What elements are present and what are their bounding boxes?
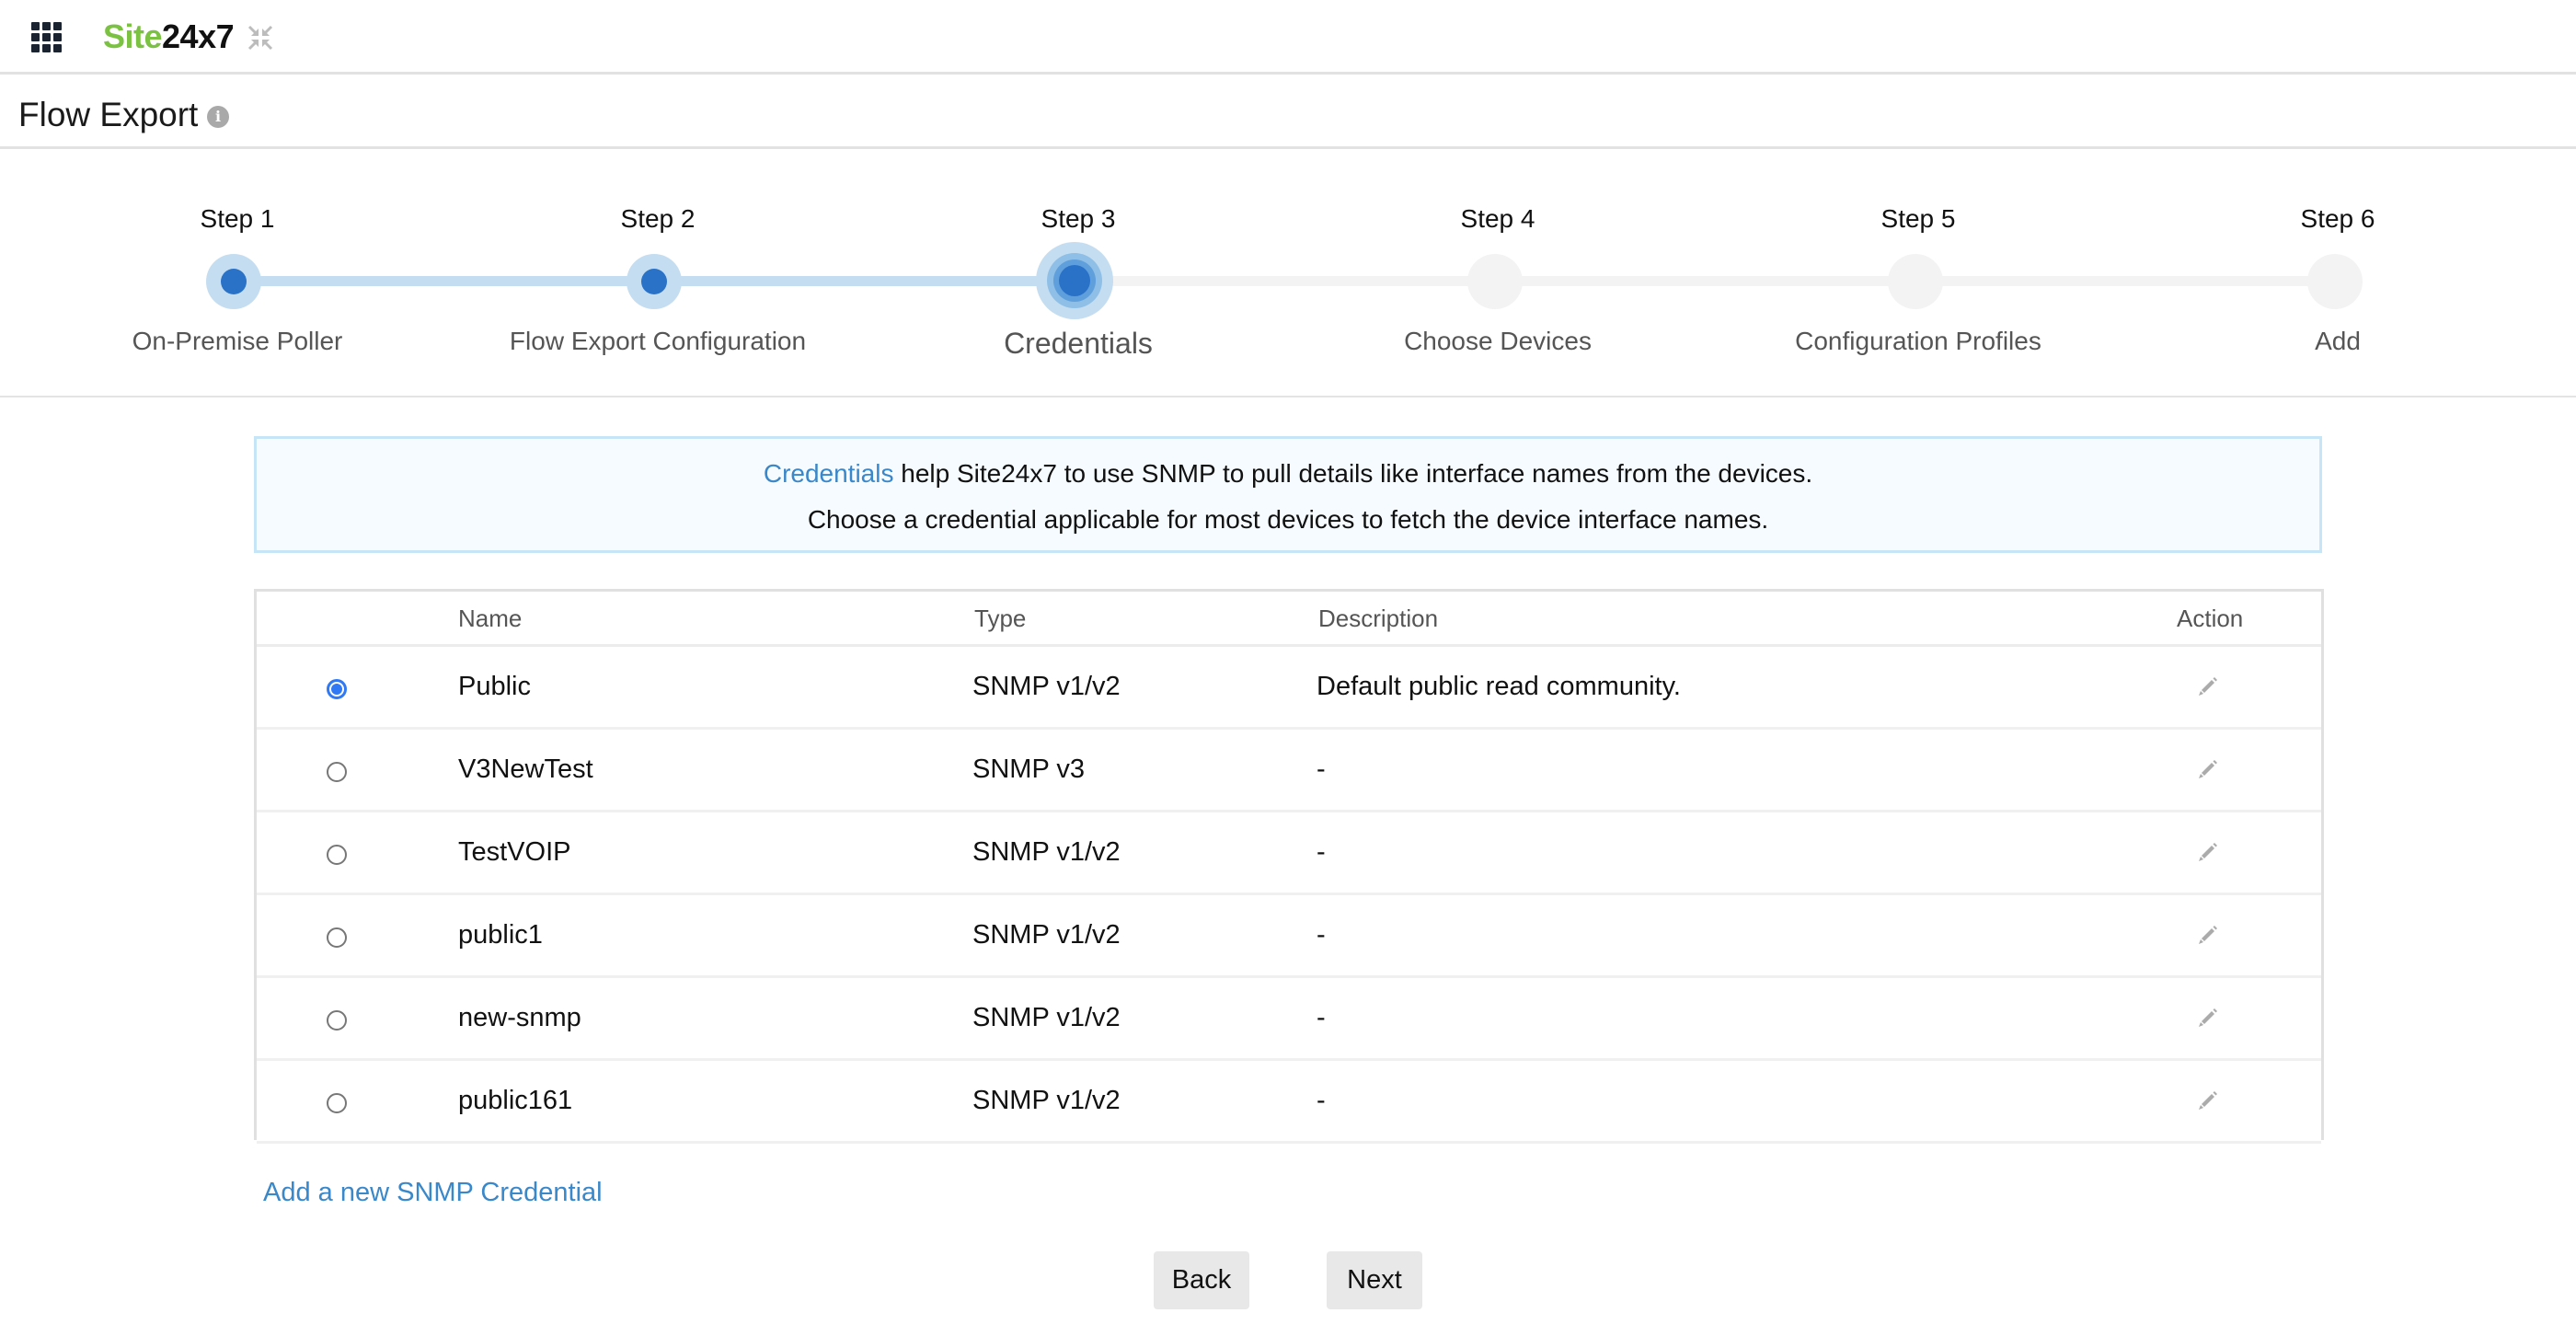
- step-2-label: Flow Export Configuration: [509, 327, 807, 355]
- logo-24x7: 24x7: [162, 17, 235, 55]
- step-3-label: Credentials: [1004, 327, 1153, 360]
- credentials-info-banner: Credentials help Site24x7 to use SNMP to…: [254, 436, 2322, 553]
- credential-description: -: [1317, 1086, 1326, 1115]
- step-5-label: Configuration Profiles: [1795, 327, 2041, 355]
- credential-description: -: [1317, 920, 1326, 950]
- select-credential-radio[interactable]: [327, 762, 347, 782]
- table-row[interactable]: public161 SNMP v1/v2 -: [257, 1061, 2321, 1144]
- step-1-label: On-Premise Poller: [132, 327, 343, 355]
- column-header-action: Action: [2177, 605, 2244, 632]
- pencil-edit-icon[interactable]: [2196, 1006, 2220, 1030]
- pencil-edit-icon[interactable]: [2196, 1088, 2220, 1112]
- step-2-dot: [641, 269, 667, 294]
- pencil-edit-icon[interactable]: [2196, 840, 2220, 864]
- credential-name: TestVOIP: [458, 837, 571, 867]
- banner-line-1: Credentials help Site24x7 to use SNMP to…: [257, 457, 2319, 490]
- logo-site: Site: [103, 17, 163, 55]
- credential-type: SNMP v1/v2: [972, 672, 1121, 701]
- banner-line-2: Choose a credential applicable for most …: [807, 505, 1769, 534]
- stepper-divider: [0, 396, 2576, 397]
- select-credential-radio[interactable]: [327, 1093, 347, 1113]
- credentials-link[interactable]: Credentials: [764, 459, 894, 488]
- table-row[interactable]: Public SNMP v1/v2 Default public read comm…: [257, 647, 2321, 730]
- step-5-indicator: [1888, 254, 1943, 309]
- table-row[interactable]: TestVOIP SNMP v1/v2 -: [257, 812, 2321, 895]
- step-6-indicator: [2307, 254, 2363, 309]
- table-row[interactable]: V3NewTest SNMP v3 -: [257, 730, 2321, 812]
- step-2-number: Step 2: [620, 204, 696, 233]
- collapse-arrows-icon[interactable]: [247, 24, 274, 52]
- credential-name: public1: [458, 920, 543, 950]
- credential-name: V3NewTest: [458, 754, 593, 784]
- column-header-name: Name: [458, 605, 523, 632]
- step-4-label: Choose Devices: [1404, 327, 1592, 355]
- select-credential-radio[interactable]: [327, 679, 347, 699]
- column-header-description: Description: [1318, 605, 1439, 632]
- select-credential-radio[interactable]: [327, 927, 347, 948]
- step-3-dot: [1059, 265, 1090, 296]
- table-row[interactable]: new-snmp SNMP v1/v2 -: [257, 978, 2321, 1061]
- add-snmp-credential-link[interactable]: Add a new SNMP Credential: [263, 1175, 603, 1210]
- credential-type: SNMP v3: [972, 754, 1085, 784]
- credential-description: -: [1317, 1003, 1326, 1032]
- info-icon[interactable]: i: [207, 106, 229, 128]
- site24x7-logo[interactable]: Site24x7: [103, 15, 235, 59]
- stepper-track-remaining: [1075, 276, 2335, 286]
- title-divider: [0, 146, 2576, 149]
- table-header: Name Type Description Action: [257, 592, 2321, 647]
- header-divider: [0, 72, 2576, 75]
- select-credential-radio[interactable]: [327, 1010, 347, 1031]
- credential-type: SNMP v1/v2: [972, 837, 1121, 867]
- credential-description: Default public read community.: [1317, 672, 1681, 701]
- apps-grid-icon[interactable]: [31, 22, 62, 52]
- credential-name: Public: [458, 672, 531, 701]
- page-title: Flow Export: [18, 96, 199, 133]
- credentials-table: Name Type Description Action Public SNMP …: [254, 589, 2324, 1144]
- table-row[interactable]: public1 SNMP v1/v2 -: [257, 895, 2321, 978]
- pencil-edit-icon[interactable]: [2196, 923, 2220, 947]
- step-1-number: Step 1: [200, 204, 275, 233]
- pencil-edit-icon[interactable]: [2196, 674, 2220, 698]
- pencil-edit-icon[interactable]: [2196, 757, 2220, 781]
- step-4-number: Step 4: [1460, 204, 1535, 233]
- back-button[interactable]: Back: [1154, 1251, 1249, 1309]
- step-1-dot: [221, 269, 247, 294]
- select-credential-radio[interactable]: [327, 845, 347, 865]
- credential-name: public161: [458, 1086, 573, 1115]
- step-4-indicator: [1467, 254, 1523, 309]
- credential-type: SNMP v1/v2: [972, 1003, 1121, 1032]
- next-button[interactable]: Next: [1327, 1251, 1422, 1309]
- credential-name: new-snmp: [458, 1003, 581, 1032]
- step-5-number: Step 5: [1880, 204, 1956, 233]
- credential-type: SNMP v1/v2: [972, 1086, 1121, 1115]
- step-6-label: Add: [2315, 327, 2361, 355]
- credential-description: -: [1317, 837, 1326, 867]
- step-6-number: Step 6: [2300, 204, 2375, 233]
- banner-line-1-text: help Site24x7 to use SNMP to pull detail…: [893, 459, 1813, 488]
- credential-description: -: [1317, 754, 1326, 784]
- column-header-type: Type: [974, 605, 1027, 632]
- step-3-number: Step 3: [1041, 204, 1116, 233]
- credential-type: SNMP v1/v2: [972, 920, 1121, 950]
